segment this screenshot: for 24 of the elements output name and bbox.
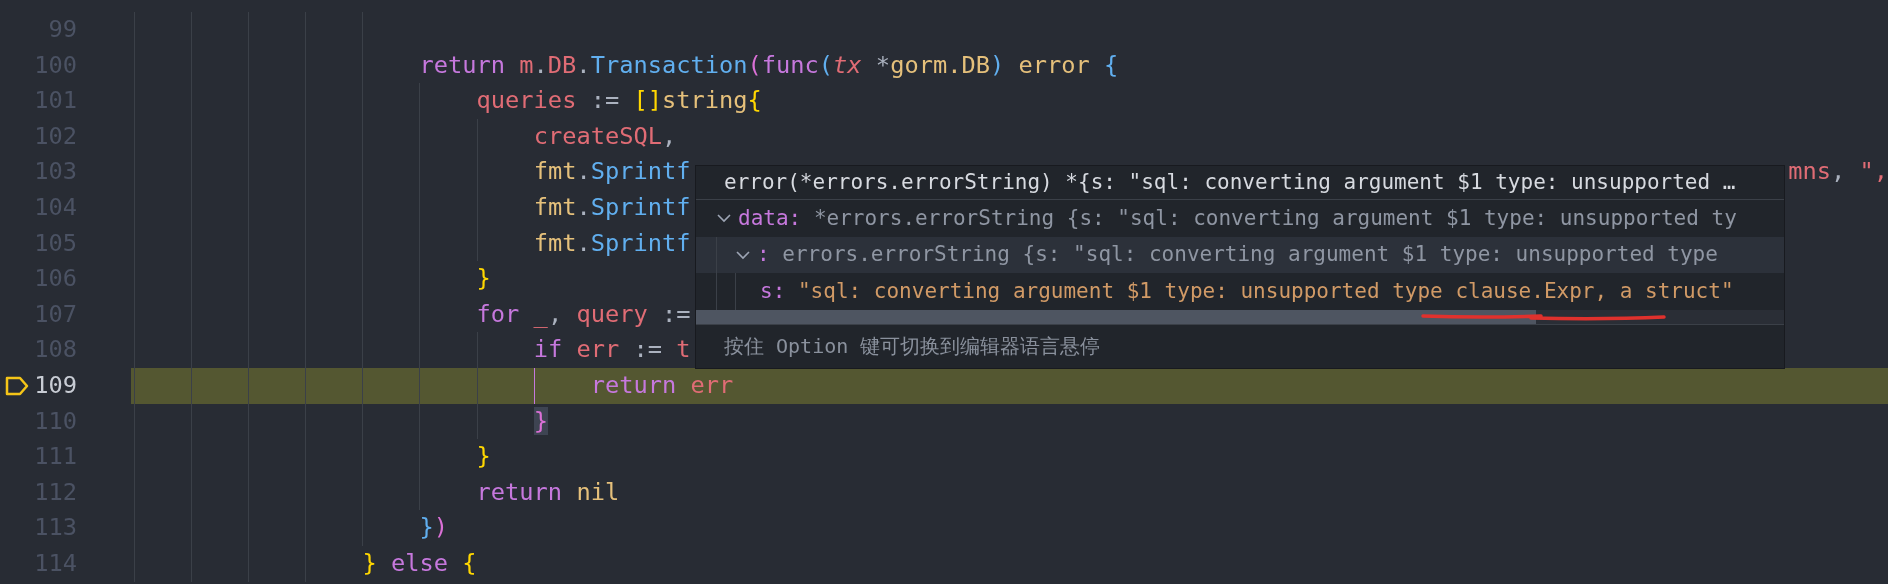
code-line: fmt.Sprintf — [533, 192, 691, 223]
code-line: } — [476, 263, 491, 295]
code-line: } — [476, 441, 491, 473]
code-line: fmt.Sprintf — [533, 156, 691, 188]
chevron-down-icon[interactable] — [735, 248, 751, 261]
scrollbar[interactable] — [696, 309, 1784, 324]
code-line: mns, ", — [1788, 156, 1888, 188]
code-line: } else { — [362, 547, 477, 579]
code-line: return err — [590, 369, 734, 401]
code-line: if err := t — [533, 334, 691, 366]
hover-signature: error(*errors.errorString) *{s: "sql: converting argument $1 type: unsupported … — [724, 168, 1736, 196]
code-line: }) — [419, 512, 448, 544]
breakpoint-arrow-icon[interactable] — [4, 375, 30, 396]
line-number: 109 — [34, 369, 77, 401]
tree-item[interactable]: data: *errors.errorString {s: "sql: converting argument $1 type: unsupported ty — [738, 202, 1737, 234]
hover-hint: 按住 Option 键可切换到编辑器语言悬停 — [724, 333, 1101, 360]
chevron-down-icon[interactable] — [716, 212, 732, 225]
code-line: fmt.Sprintf — [533, 227, 691, 259]
code-line: for _, query := — [476, 298, 691, 330]
code-line: createSQL, — [533, 120, 677, 152]
tree-item[interactable]: s: "sql: converting argument $1 type: unsupported type clause.Expr, a struct" — [760, 275, 1734, 307]
code-line: queries := []string{ — [476, 85, 762, 117]
code-line: return nil — [476, 476, 620, 508]
code-line: return m.DB.Transaction(func(tx *gorm.DB) error { — [419, 49, 1119, 81]
